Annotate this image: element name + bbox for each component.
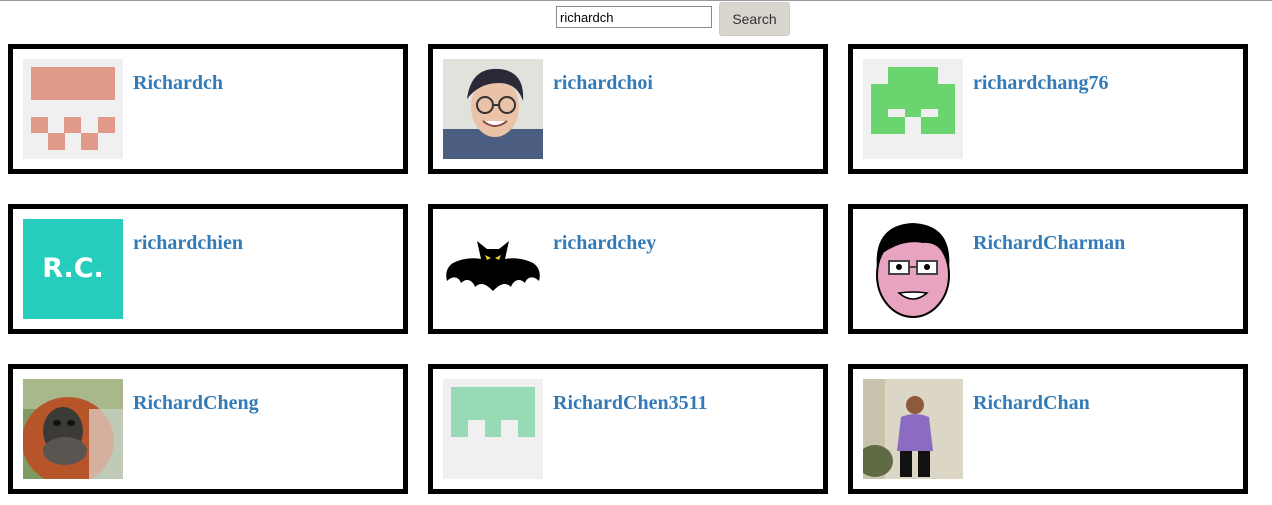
user-card: richardchang76 (848, 44, 1248, 174)
user-card: richardchey (428, 204, 828, 334)
photo-orangutan[interactable] (23, 379, 123, 479)
user-card: RichardChen3511 (428, 364, 828, 494)
user-card: Richardch (8, 44, 408, 174)
black-bat-icon[interactable] (443, 219, 543, 319)
username-link[interactable]: richardchoi (553, 71, 653, 95)
username-link[interactable]: RichardCheng (133, 391, 259, 415)
photo-man-glasses-smiling[interactable] (443, 59, 543, 159)
cartoon-man-glasses[interactable] (863, 219, 963, 319)
identicon-mint-icon[interactable] (443, 379, 543, 479)
username-link[interactable]: richardchang76 (973, 71, 1109, 95)
identicon-salmon-icon[interactable] (23, 59, 123, 159)
initials-rc-avatar[interactable]: R.C. (23, 219, 123, 319)
user-card: RichardChan (848, 364, 1248, 494)
username-link[interactable]: RichardChan (973, 391, 1090, 415)
username-link[interactable]: richardchien (133, 231, 243, 255)
search-input[interactable] (556, 6, 712, 28)
user-card: RichardCharman (848, 204, 1248, 334)
username-link[interactable]: Richardch (133, 71, 223, 95)
user-card: RichardCheng (8, 364, 408, 494)
photo-man-purple-shirt[interactable] (863, 379, 963, 479)
user-card: richardchoi (428, 44, 828, 174)
username-link[interactable]: RichardCharman (973, 231, 1125, 255)
search-button[interactable]: Search (719, 2, 790, 36)
username-link[interactable]: RichardChen3511 (553, 391, 707, 415)
search-bar: Search (0, 1, 1272, 36)
username-link[interactable]: richardchey (553, 231, 656, 255)
identicon-green-icon[interactable] (863, 59, 963, 159)
user-card: R.C. richardchien (8, 204, 408, 334)
avatar-initials: R.C. (42, 253, 104, 284)
